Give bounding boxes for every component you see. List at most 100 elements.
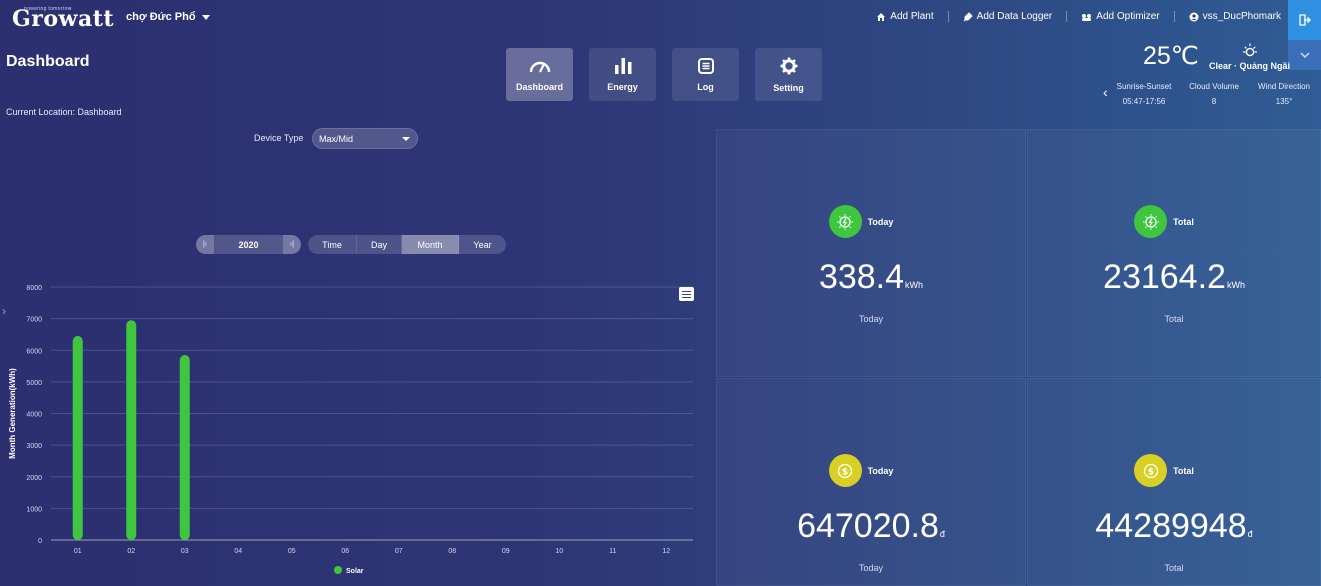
stat-value: 647020.8đ — [797, 507, 945, 545]
stat-caption: Total — [1164, 314, 1184, 324]
logo-tagline: powering tomorrow — [24, 6, 72, 12]
sun-icon — [1243, 43, 1257, 57]
stat-value: 338.4kWh — [818, 258, 924, 296]
main-tabs: Dashboard Energy Log Setting — [506, 48, 822, 101]
weather-stat-value: 05:47-17:56 — [1122, 97, 1166, 106]
stat-title: Total — [1173, 216, 1194, 227]
year-picker: |‹ 2020 ›| — [196, 235, 301, 254]
money-badge: $ — [1134, 454, 1168, 487]
weather-stat-cloud: Cloud Volume 8 — [1182, 79, 1246, 109]
x-tick-label: 03 — [181, 548, 189, 555]
y-tick-label: 6000 — [26, 348, 42, 355]
breadcrumb: Current Location: Dashboard — [6, 107, 122, 117]
period-month-button[interactable]: Month — [402, 235, 459, 254]
logout-icon — [1298, 14, 1311, 26]
next-year-button[interactable]: ›| — [283, 235, 301, 254]
stat-panel-header: Today — [717, 205, 1025, 238]
year-value[interactable]: 2020 — [238, 240, 258, 250]
x-tick-label: 11 — [609, 548, 616, 555]
tab-energy-label: Energy — [607, 82, 638, 92]
device-type-select[interactable]: Max/Mid — [312, 128, 418, 149]
add-plant-link[interactable]: Add Plant — [876, 11, 934, 22]
logout-button[interactable] — [1288, 0, 1321, 40]
tab-dashboard-label: Dashboard — [515, 81, 563, 92]
add-plant-label: Add Plant — [890, 11, 934, 22]
y-tick-label: 4000 — [26, 412, 42, 419]
bar-solar — [179, 354, 190, 540]
y-tick-label: 7000 — [26, 317, 42, 324]
stat-panel-header: $ Today — [717, 454, 1025, 487]
stat-caption: Today — [858, 314, 884, 324]
prev-year-button[interactable]: |‹ — [196, 235, 214, 254]
tab-setting[interactable]: Setting — [755, 48, 822, 101]
period-day-button[interactable]: Day — [357, 235, 402, 254]
stat-value: 44289948đ — [1095, 507, 1253, 545]
solar-panel-icon — [837, 213, 854, 230]
chart-menu-icon[interactable] — [679, 287, 694, 301]
plug-icon — [963, 11, 973, 21]
nav-divider — [947, 11, 949, 22]
coin-icon: $ — [837, 463, 853, 478]
tab-setting-label: Setting — [773, 82, 804, 93]
chevron-down-icon — [1300, 52, 1309, 58]
tab-energy[interactable]: Energy — [589, 48, 656, 101]
expand-button[interactable] — [1288, 40, 1321, 70]
x-tick-label: 02 — [127, 548, 135, 555]
period-time-button[interactable]: Time — [308, 235, 357, 254]
stat-panel-today-revenue: $ Today 647020.8đ Today — [716, 378, 1026, 586]
y-tick-label: 1000 — [26, 506, 42, 513]
device-type-value: Max/Mid — [319, 133, 354, 144]
log-icon — [697, 57, 714, 74]
growatt-logo[interactable]: powering tomorrow Growatt — [12, 6, 114, 32]
stat-title: Today — [867, 465, 894, 476]
bar-solar — [126, 320, 137, 540]
plant-selector[interactable]: chợ Đức Phổ — [126, 11, 210, 23]
y-axis-label: Month Generation(kWh) — [8, 368, 17, 459]
stat-panel-total-revenue: $ Total 44289948đ Total — [1027, 378, 1321, 586]
plant-name: chợ Đức Phổ — [126, 11, 196, 23]
weather-stat-label: Sunrise-Sunset — [1116, 82, 1172, 91]
stat-panel-today-energy: Today 338.4kWh Today — [716, 129, 1026, 377]
stat-caption: Today — [858, 563, 884, 573]
period-year-button[interactable]: Year — [459, 235, 506, 254]
x-tick-label: 12 — [662, 548, 670, 555]
y-tick-label: 8000 — [26, 285, 42, 292]
x-tick-label: 10 — [555, 548, 563, 555]
user-icon — [1189, 12, 1199, 21]
stat-panel-total-energy: Total 23164.2kWh Total — [1027, 129, 1321, 377]
weather-condition: Clear · Quảng Ngãi — [1209, 61, 1291, 71]
energy-badge — [1134, 205, 1168, 238]
solar-panel-icon — [1142, 213, 1159, 230]
legend-label: Solar — [346, 568, 364, 575]
money-badge: $ — [828, 454, 862, 487]
top-nav: Add Plant Add Data Logger Add Optimizer … — [876, 11, 1281, 22]
add-data-logger-link[interactable]: Add Data Logger — [963, 11, 1053, 22]
nav-divider — [1066, 11, 1068, 22]
tab-log[interactable]: Log — [672, 48, 739, 101]
svg-text:$: $ — [842, 467, 848, 477]
user-account-link[interactable]: vss_DucPhomark — [1189, 11, 1281, 22]
tab-dashboard[interactable]: Dashboard — [506, 48, 573, 101]
x-tick-label: 05 — [288, 548, 296, 555]
username: vss_DucPhomark — [1202, 11, 1281, 22]
weather-stat-label: Wind Direction — [1257, 82, 1310, 91]
add-optimizer-link[interactable]: Add Optimizer — [1081, 11, 1160, 22]
x-tick-label: 09 — [502, 548, 510, 555]
weather-stat-label: Cloud Volume — [1189, 82, 1239, 91]
stat-title: Today — [867, 216, 894, 227]
weather-prev-button[interactable]: ‹ — [1103, 84, 1108, 100]
optimizer-icon — [1082, 13, 1092, 21]
stat-caption: Total — [1164, 563, 1184, 573]
x-tick-label: 06 — [341, 548, 349, 555]
page-title: Dashboard — [6, 53, 90, 70]
chevron-down-icon — [402, 136, 410, 141]
coin-icon: $ — [1143, 463, 1158, 478]
period-tabs: Time Day Month Year — [308, 235, 506, 254]
x-tick-label: 07 — [395, 548, 403, 555]
add-data-logger-label: Add Data Logger — [976, 11, 1053, 22]
month-generation-chart: 0 1000 2000 3000 4000 5000 6000 7000 8000 Month G… — [8, 285, 693, 575]
chevron-down-icon — [201, 14, 210, 20]
weather-stat-value: 135° — [1275, 97, 1293, 106]
gear-icon — [780, 57, 797, 74]
y-tick-label: 3000 — [26, 443, 42, 450]
